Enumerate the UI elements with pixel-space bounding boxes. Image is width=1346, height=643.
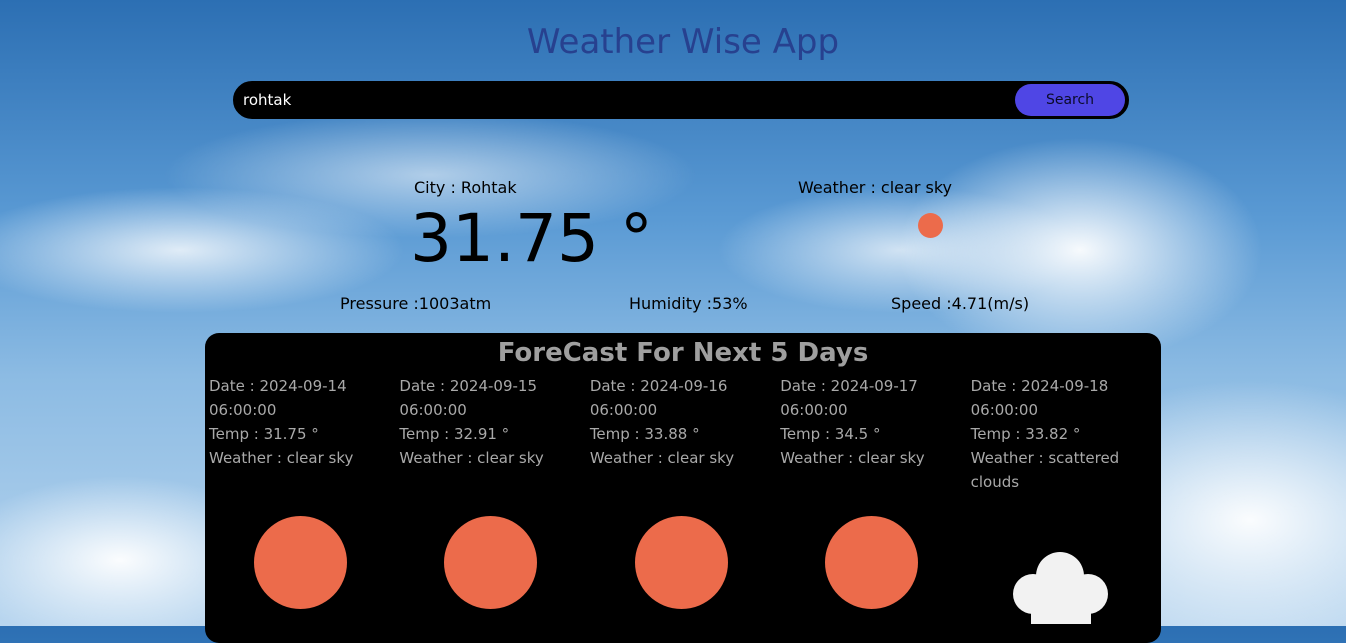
forecast-temp: Temp : 33.82 ° bbox=[970, 425, 1081, 443]
forecast-date: Date : 2024-09-16 bbox=[589, 377, 728, 395]
forecast-weather: Weather : clear sky bbox=[209, 449, 354, 467]
forecast-day: Date : 2024-09-15 06:00:00 Temp : 32.91 … bbox=[399, 374, 589, 614]
forecast-date: Date : 2024-09-15 bbox=[399, 377, 538, 395]
forecast-temp: Temp : 32.91 ° bbox=[399, 425, 510, 443]
forecast-day: Date : 2024-09-16 06:00:00 Temp : 33.88 … bbox=[590, 374, 780, 614]
forecast-weather: Weather : clear sky bbox=[780, 449, 925, 467]
current-temperature: 31.75 ° bbox=[410, 200, 653, 277]
sun-icon bbox=[444, 516, 538, 609]
sun-icon bbox=[918, 213, 943, 238]
forecast-temp: Temp : 34.5 ° bbox=[780, 425, 881, 443]
forecast-time: 06:00:00 bbox=[970, 401, 1038, 419]
sun-icon bbox=[634, 516, 728, 609]
forecast-time: 06:00:00 bbox=[780, 401, 848, 419]
forecast-date: Date : 2024-09-17 bbox=[780, 377, 918, 395]
forecast-weather: Weather : clear sky bbox=[589, 449, 735, 467]
forecast-time: 06:00:00 bbox=[209, 401, 277, 419]
forecast-title: ForeCast For Next 5 Days bbox=[497, 338, 869, 368]
forecast-temp: Temp : 33.88 ° bbox=[589, 425, 700, 443]
sun-icon bbox=[825, 516, 919, 609]
search-input[interactable] bbox=[235, 82, 1015, 118]
forecast-temp: Temp : 31.75 ° bbox=[209, 425, 319, 443]
current-weather: Weather : clear sky bbox=[798, 178, 952, 197]
forecast-date: Date : 2024-09-18 bbox=[970, 377, 1109, 395]
forecast-time: 06:00:00 bbox=[399, 401, 467, 419]
sun-icon bbox=[254, 516, 347, 609]
city-label: City : Rohtak bbox=[414, 178, 517, 197]
forecast-panel: ForeCast For Next 5 Days Date : 2024-09-… bbox=[205, 333, 1161, 643]
search-button[interactable]: Search bbox=[1015, 84, 1125, 116]
app-title: Weather Wise App bbox=[526, 22, 840, 62]
forecast-day: Date : 2024-09-14 06:00:00 Temp : 31.75 … bbox=[209, 374, 399, 614]
forecast-weather: Weather : clear sky bbox=[399, 449, 544, 467]
forecast-date: Date : 2024-09-14 bbox=[209, 377, 347, 395]
wind-speed-label: Speed :4.71(m/s) bbox=[891, 294, 1030, 313]
forecast-time: 06:00:00 bbox=[589, 401, 658, 419]
cloud-icon bbox=[1012, 552, 1108, 624]
pressure-label: Pressure :1003atm bbox=[340, 294, 492, 313]
forecast-weather: Weather : scattered clouds bbox=[970, 449, 1120, 491]
forecast-day: Date : 2024-09-17 06:00:00 Temp : 34.5 °… bbox=[780, 374, 970, 614]
forecast-day: Date : 2024-09-18 06:00:00 Temp : 33.82 … bbox=[970, 374, 1161, 624]
humidity-label: Humidity :53% bbox=[629, 294, 748, 313]
search-bar: Search bbox=[233, 81, 1129, 119]
